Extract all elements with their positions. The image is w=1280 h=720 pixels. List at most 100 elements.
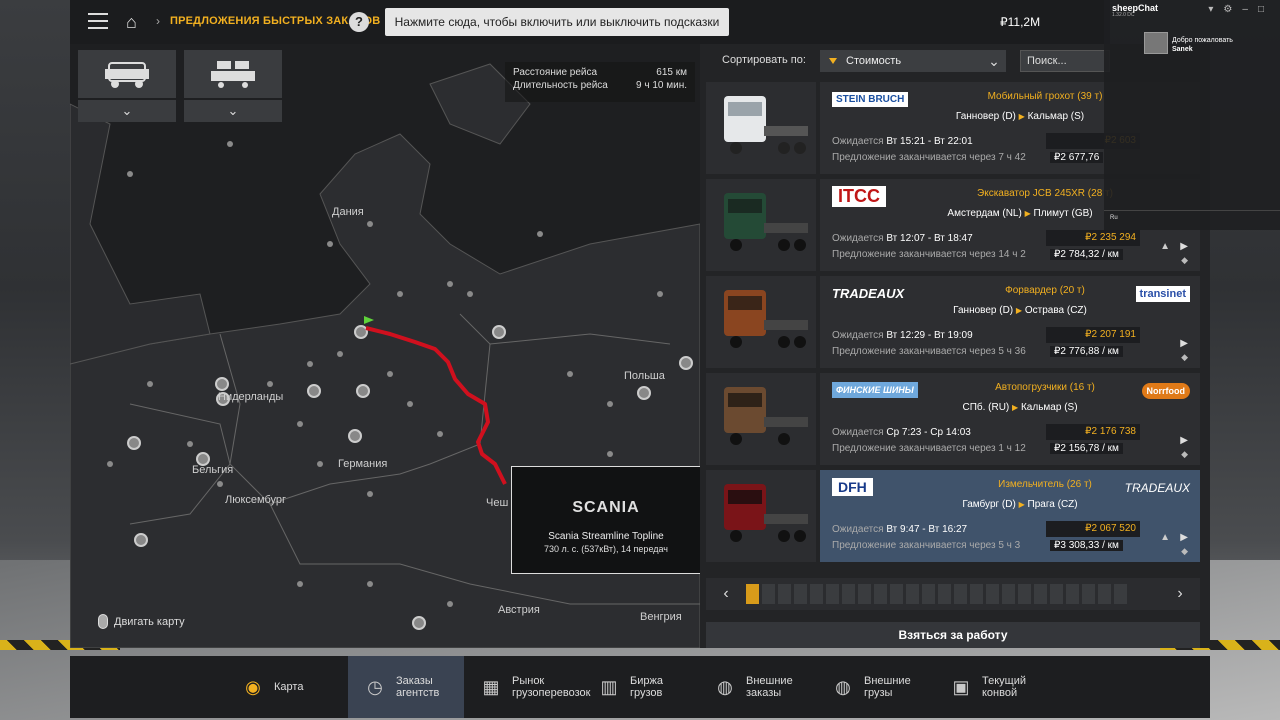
page-dot[interactable] [922, 584, 935, 604]
next-page-arrow[interactable]: › [1160, 585, 1200, 603]
truck-tooltip: SCANIA Scania Streamline Topline 730 л. … [511, 466, 700, 574]
page-dot[interactable] [810, 584, 823, 604]
job-row[interactable]: TRADEAUX transinet Форвардер (20 т) Ганн… [706, 276, 1200, 368]
job-price: ₽2 067 520 [1046, 521, 1140, 537]
page-dot[interactable] [954, 584, 967, 604]
bottom-nav: ◉ Карта ◷ Заказы агентств ▦ Рынок грузоп… [70, 656, 1210, 718]
play-icon[interactable]: ▶ [1180, 338, 1188, 349]
page-indicators[interactable] [746, 584, 1160, 604]
truck-icon [105, 62, 149, 88]
company-logo: ФИНСКИЕ ШИНЫ [832, 379, 918, 401]
page-dot[interactable] [1114, 584, 1127, 604]
route-duration-label: Длительность рейса [513, 80, 608, 91]
page-dot[interactable] [1082, 584, 1095, 604]
home-icon[interactable]: ⌂ [126, 12, 137, 33]
page-dot[interactable] [1002, 584, 1015, 604]
job-row-selected[interactable]: DFH TRADEAUX Измельчитель (26 т) Гамбург… [706, 470, 1200, 562]
job-row[interactable]: ФИНСКИЕ ШИНЫ Norrfood Автопогрузчики (16… [706, 373, 1200, 465]
trailer-owned-icon: ▲ [1160, 532, 1170, 543]
job-expected: Ожидается Вт 12:07 - Вт 18:47 [832, 233, 973, 244]
top-bar: ⌂ › ПРЕДЛОЖЕНИЯ БЫСТРЫХ ЗАКАЗОВ ? Нажмит… [70, 0, 1110, 44]
page-dot[interactable] [986, 584, 999, 604]
job-route: Гамбург (D) ▶ Прага (CZ) [962, 499, 1078, 510]
company-logo: TRADEAUX [832, 285, 905, 301]
nav-label: Биржа грузов [630, 675, 663, 699]
truck-filter-dropdown[interactable]: ⌄ [78, 100, 176, 122]
trailer-filter-button[interactable] [184, 50, 282, 98]
page-dot[interactable] [874, 584, 887, 604]
nav-agency-jobs[interactable]: ◷ Заказы агентств [348, 656, 464, 718]
job-expected: Ожидается Вт 12:29 - Вт 19:09 [832, 330, 973, 341]
job-route: Ганновер (D) ▶ Кальмар (S) [955, 111, 1085, 122]
cargo-name: Форвардер (20 т) [1005, 285, 1085, 296]
chat-message: Добро пожаловать Sanek [1172, 37, 1233, 53]
page-dot[interactable] [1034, 584, 1047, 604]
company-logo: STEIN BRUCH [832, 88, 909, 110]
move-map-label: Двигать карту [114, 615, 185, 628]
page-dot[interactable] [938, 584, 951, 604]
page-dot[interactable] [778, 584, 791, 604]
nav-external-cargo[interactable]: ◍ Внешние грузы [816, 656, 934, 718]
take-job-button[interactable]: Взяться за работу [706, 622, 1200, 648]
page-dot[interactable] [858, 584, 871, 604]
page-dot[interactable] [762, 584, 775, 604]
job-expected: Ожидается Вт 15:21 - Вт 22:01 [832, 136, 973, 147]
page-dot[interactable] [970, 584, 983, 604]
company-logo: DFH [832, 476, 873, 498]
nav-current-convoy[interactable]: ▣ Текущий конвой [934, 656, 1064, 718]
route-distance-value: 615 км [656, 67, 687, 78]
page-dot[interactable] [842, 584, 855, 604]
window-controls[interactable]: ▾⚙–□ [1208, 4, 1274, 15]
globe-icon: ◍ [717, 676, 733, 697]
help-button[interactable]: ? [349, 12, 369, 32]
chevron-down-icon[interactable]: ⌄ [982, 50, 1006, 72]
nav-label: Рынок грузоперевозок [512, 675, 591, 699]
job-expires: Предложение заканчивается через 5 ч 3 [832, 540, 1021, 551]
boxes-icon: ▦ [482, 676, 500, 697]
page-dot[interactable] [1098, 584, 1111, 604]
play-icon[interactable]: ▶ [1180, 241, 1188, 252]
nav-freight-market[interactable]: ▦ Рынок грузоперевозок [464, 656, 591, 718]
sort-select[interactable]: Стоимость [820, 50, 982, 72]
page-dot[interactable] [826, 584, 839, 604]
play-icon[interactable]: ▶ [1180, 532, 1188, 543]
nav-external-contracts[interactable]: ◍ Внешние заказы [698, 656, 816, 718]
job-price: ₽2 207 191 [1046, 327, 1140, 343]
job-price-per-km: ₽2 784,32 / км [1050, 249, 1123, 260]
job-expected: Ожидается Ср 7:23 - Ср 14:03 [832, 427, 971, 438]
page-dot-active[interactable] [746, 584, 759, 604]
cargo-name: Измельчитель (26 т) [998, 479, 1092, 490]
job-price-per-km: ₽3 308,33 / км [1050, 540, 1123, 551]
chat-lang: Ru [1110, 215, 1118, 221]
nav-label: Заказы агентств [396, 675, 440, 699]
globe-cargo-icon: ◍ [835, 676, 851, 697]
sort-label: Сортировать по: [722, 54, 806, 66]
page-dot[interactable] [906, 584, 919, 604]
play-icon[interactable]: ▶ [1180, 435, 1188, 446]
page-dot[interactable] [794, 584, 807, 604]
country-label: Нидерланды [218, 391, 284, 403]
page-dot[interactable] [1066, 584, 1079, 604]
page-dot[interactable] [890, 584, 903, 604]
job-expires: Предложение заканчивается через 7 ч 42 [832, 152, 1026, 163]
diamond-icon: ◆ [1181, 352, 1188, 362]
page-dot[interactable] [1018, 584, 1031, 604]
map-panel[interactable]: ⌄ ⌄ Расстояние рейса 615 км Длительность … [70, 44, 700, 648]
chat-input-bar[interactable]: Ru [1104, 210, 1280, 230]
nav-cargo-market[interactable]: ▥ Биржа грузов [582, 656, 698, 718]
trailer-filter-dropdown[interactable]: ⌄ [184, 100, 282, 122]
hint-toggle[interactable]: Нажмите сюда, чтобы включить или выключи… [385, 8, 729, 36]
search-input[interactable]: Поиск... [1020, 50, 1110, 72]
job-expires: Предложение заканчивается через 14 ч 2 [832, 249, 1026, 260]
prev-page-arrow[interactable]: ‹ [706, 585, 746, 603]
truck-thumbnail [706, 82, 816, 174]
nav-map[interactable]: ◉ Карта [70, 656, 348, 718]
convoy-icon: ▣ [952, 676, 970, 697]
clock-icon: ◷ [367, 676, 383, 697]
trailer-owned-icon: ▲ [1160, 241, 1170, 252]
job-expected: Ожидается Вт 9:47 - Вт 16:27 [832, 524, 968, 535]
chat-overlay: sheepChat 1.32.0 DC ▾⚙–□ Добро пожаловат… [1104, 0, 1280, 230]
page-dot[interactable] [1050, 584, 1063, 604]
menu-icon[interactable] [88, 13, 108, 29]
truck-filter-button[interactable] [78, 50, 176, 98]
